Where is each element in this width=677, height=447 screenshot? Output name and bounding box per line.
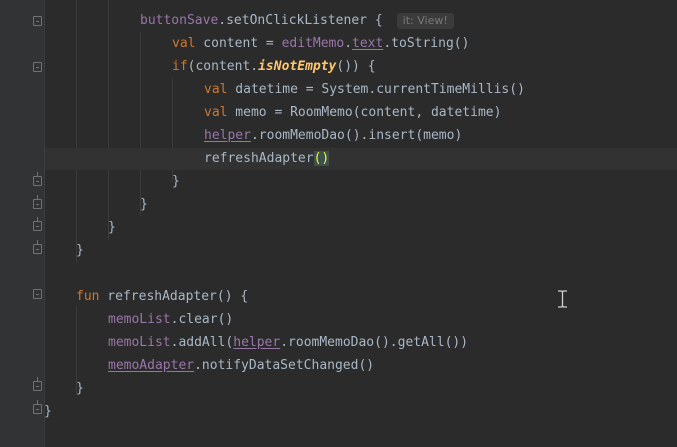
- code-text: .toString(): [383, 36, 470, 51]
- code-text: }: [76, 381, 84, 396]
- matched-parens: (): [313, 151, 330, 166]
- fold-end-marker-icon[interactable]: [33, 377, 42, 391]
- keyword: if: [172, 59, 188, 74]
- code-text: (content.: [187, 59, 259, 74]
- fold-marker-icon[interactable]: [33, 289, 42, 299]
- keyword: val: [172, 36, 196, 51]
- identifier: memoAdapter: [108, 358, 195, 373]
- identifier: editMemo: [281, 36, 345, 51]
- code-text: ()) {: [336, 59, 376, 74]
- code-line[interactable]: val content = editMemo.text.toString(): [172, 33, 469, 55]
- indent-guide: [76, 0, 77, 262]
- code-line[interactable]: memoList.clear(): [108, 309, 233, 331]
- code-line[interactable]: if(content.isNotEmpty()) {: [172, 56, 376, 78]
- code-text: }: [76, 243, 84, 258]
- code-text: refreshAdapter() {: [99, 289, 249, 304]
- code-line[interactable]: val memo = RoomMemo(content, datetime): [204, 102, 501, 124]
- fold-end-marker-icon[interactable]: [33, 400, 42, 414]
- code-text: refreshAdapter: [204, 151, 314, 166]
- code-text: .addAll(: [170, 335, 234, 350]
- code-line[interactable]: memoAdapter.notifyDataSetChanged(): [108, 355, 374, 377]
- gutter-divider: [44, 0, 45, 447]
- indent-guide: [140, 32, 141, 216]
- keyword: val: [204, 105, 228, 120]
- identifier: helper: [204, 128, 251, 143]
- parameter-hint: it: View!: [396, 13, 454, 29]
- code-text: }: [44, 404, 52, 419]
- property: text: [352, 36, 384, 51]
- code-text: memo = RoomMemo(content, datetime): [227, 105, 502, 120]
- identifier: helper: [233, 335, 281, 350]
- identifier: buttonSave: [140, 13, 219, 28]
- code-line[interactable]: helper.roomMemoDao().insert(memo): [204, 125, 462, 147]
- code-line[interactable]: }: [76, 240, 84, 262]
- code-line[interactable]: }: [172, 171, 180, 193]
- code-text: content =: [195, 36, 282, 51]
- code-text: }: [172, 174, 180, 189]
- code-text: }: [140, 197, 148, 212]
- current-line-highlight: [45, 148, 677, 170]
- code-text: .roomMemoDao().insert(memo): [250, 128, 463, 143]
- code-line[interactable]: }: [140, 194, 148, 216]
- code-line[interactable]: val datetime = System.currentTimeMillis(…: [204, 79, 525, 101]
- fold-end-marker-icon[interactable]: [33, 172, 42, 186]
- code-text: }: [108, 220, 116, 235]
- fold-end-marker-icon[interactable]: [33, 240, 42, 254]
- code-line[interactable]: }: [76, 378, 84, 400]
- fold-end-marker-icon[interactable]: [33, 195, 42, 209]
- text-cursor-icon: [558, 290, 567, 308]
- code-line[interactable]: fun refreshAdapter() {: [76, 286, 248, 308]
- fold-marker-icon[interactable]: [33, 16, 42, 26]
- code-line[interactable]: buttonSave.setOnClickListener { it: View!: [140, 10, 454, 32]
- code-line[interactable]: }: [108, 217, 116, 239]
- code-line[interactable]: memoList.addAll(helper.roomMemoDao().get…: [108, 332, 468, 354]
- code-text: .clear(): [170, 312, 234, 327]
- keyword: val: [204, 82, 228, 97]
- identifier: memoList: [108, 335, 171, 350]
- code-text: .roomMemoDao().getAll()): [280, 335, 469, 350]
- indent-guide: [108, 0, 109, 240]
- code-text: .: [344, 36, 353, 51]
- code-editor[interactable]: buttonSave.setOnClickListener { it: View!…: [0, 0, 677, 447]
- code-line[interactable]: }: [44, 401, 52, 423]
- keyword: fun: [76, 289, 100, 304]
- code-text: datetime = System.currentTimeMillis(): [227, 82, 525, 97]
- code-line[interactable]: refreshAdapter(): [204, 148, 330, 170]
- fold-end-marker-icon[interactable]: [33, 217, 42, 231]
- code-text: .notifyDataSetChanged(): [194, 358, 375, 373]
- extension-function: isNotEmpty: [258, 59, 337, 74]
- fold-marker-icon[interactable]: [33, 62, 42, 72]
- identifier: memoList: [108, 312, 171, 327]
- code-text: .setOnClickListener {: [218, 13, 383, 28]
